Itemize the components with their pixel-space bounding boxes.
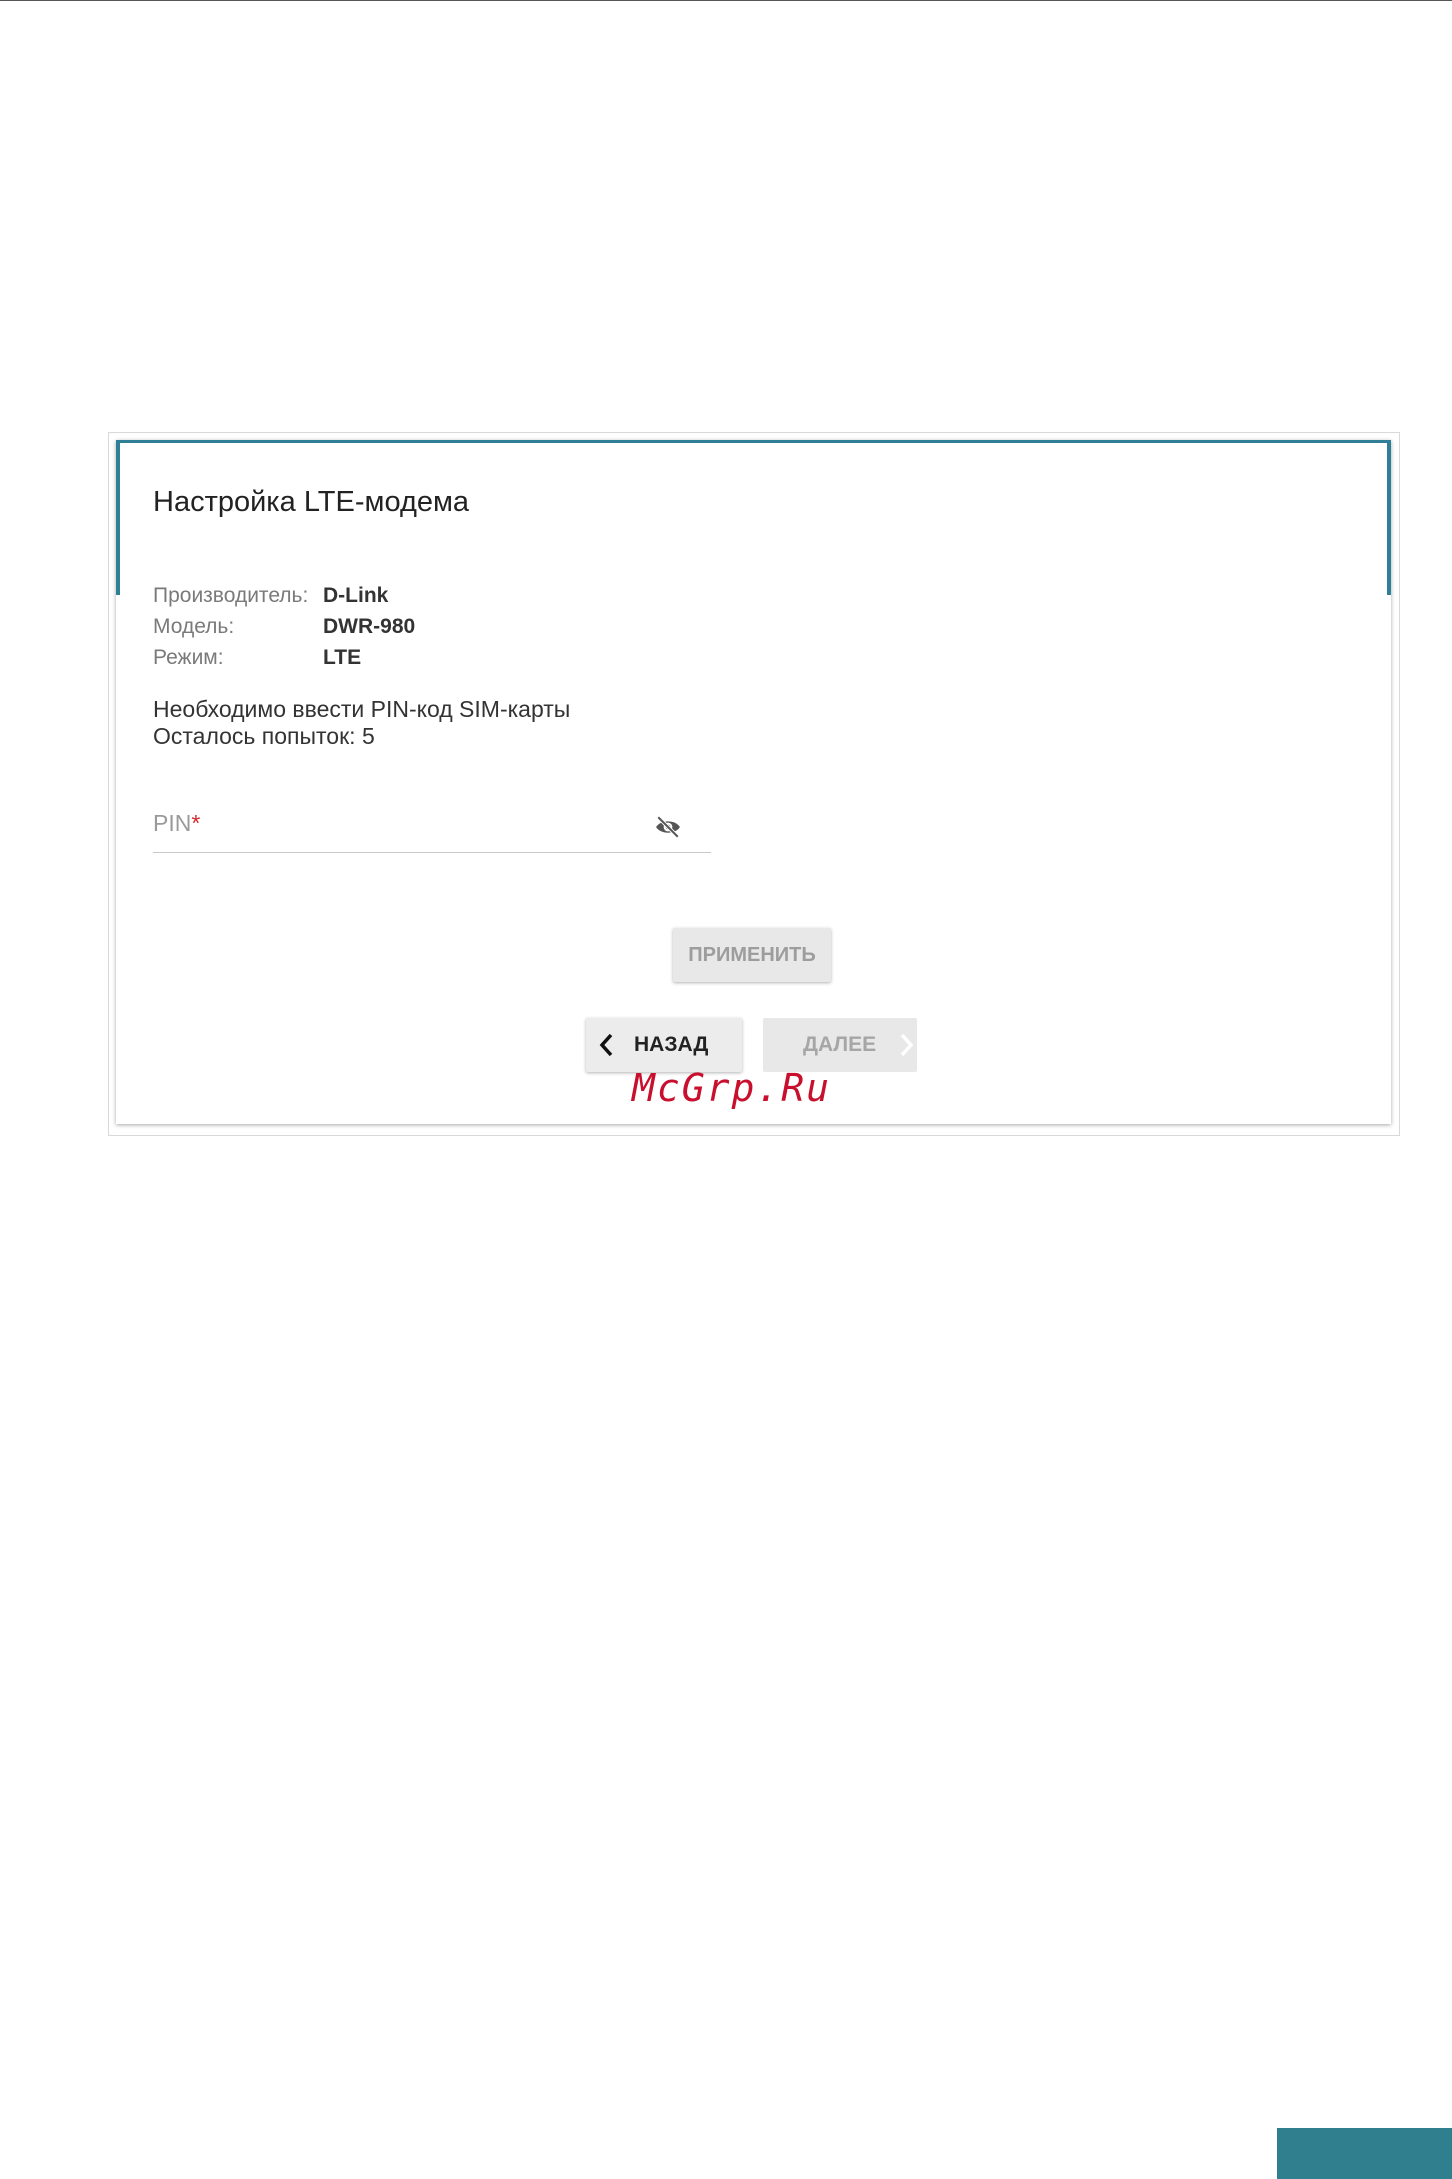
pin-field: PIN* <box>153 802 711 853</box>
pin-required-message: Необходимо ввести PIN-код SIM-карты <box>153 696 571 722</box>
info-value: LTE <box>323 645 362 669</box>
device-info: Производитель: D-Link Модель: DWR-980 Ре… <box>153 580 415 673</box>
info-value: D-Link <box>323 583 389 607</box>
lte-modem-dialog: Настройка LTE-модема Производитель: D-Li… <box>116 440 1391 1124</box>
info-row-model: Модель: DWR-980 <box>153 611 415 642</box>
watermark: McGrp.Ru <box>632 1066 832 1110</box>
attempts-left-message: Осталось попыток: 5 <box>153 723 375 749</box>
dialog-accent-left <box>116 440 120 595</box>
chevron-left-icon <box>599 1033 613 1057</box>
back-button-label: НАЗАД <box>634 1033 709 1056</box>
info-value: DWR-980 <box>323 614 416 638</box>
chevron-right-icon <box>900 1033 914 1057</box>
eye-slash-icon[interactable] <box>655 816 681 838</box>
dialog-accent-bar <box>116 440 1391 443</box>
info-label: Режим: <box>153 645 224 669</box>
dialog-title: Настройка LTE-модема <box>153 486 470 518</box>
next-button-label: ДАЛЕЕ <box>803 1033 877 1056</box>
apply-button[interactable]: ПРИМЕНИТЬ <box>673 928 831 982</box>
dialog-accent-right <box>1387 440 1391 595</box>
info-label: Модель: <box>153 614 235 638</box>
info-label: Производитель: <box>153 583 309 607</box>
info-row-manufacturer: Производитель: D-Link <box>153 580 415 611</box>
back-button[interactable]: НАЗАД <box>586 1018 742 1072</box>
next-button[interactable]: ДАЛЕЕ <box>763 1018 917 1072</box>
page-corner-tab <box>1277 2128 1452 2179</box>
top-rule <box>0 0 1452 1</box>
pin-input[interactable] <box>153 802 653 850</box>
info-row-mode: Режим: LTE <box>153 642 415 673</box>
